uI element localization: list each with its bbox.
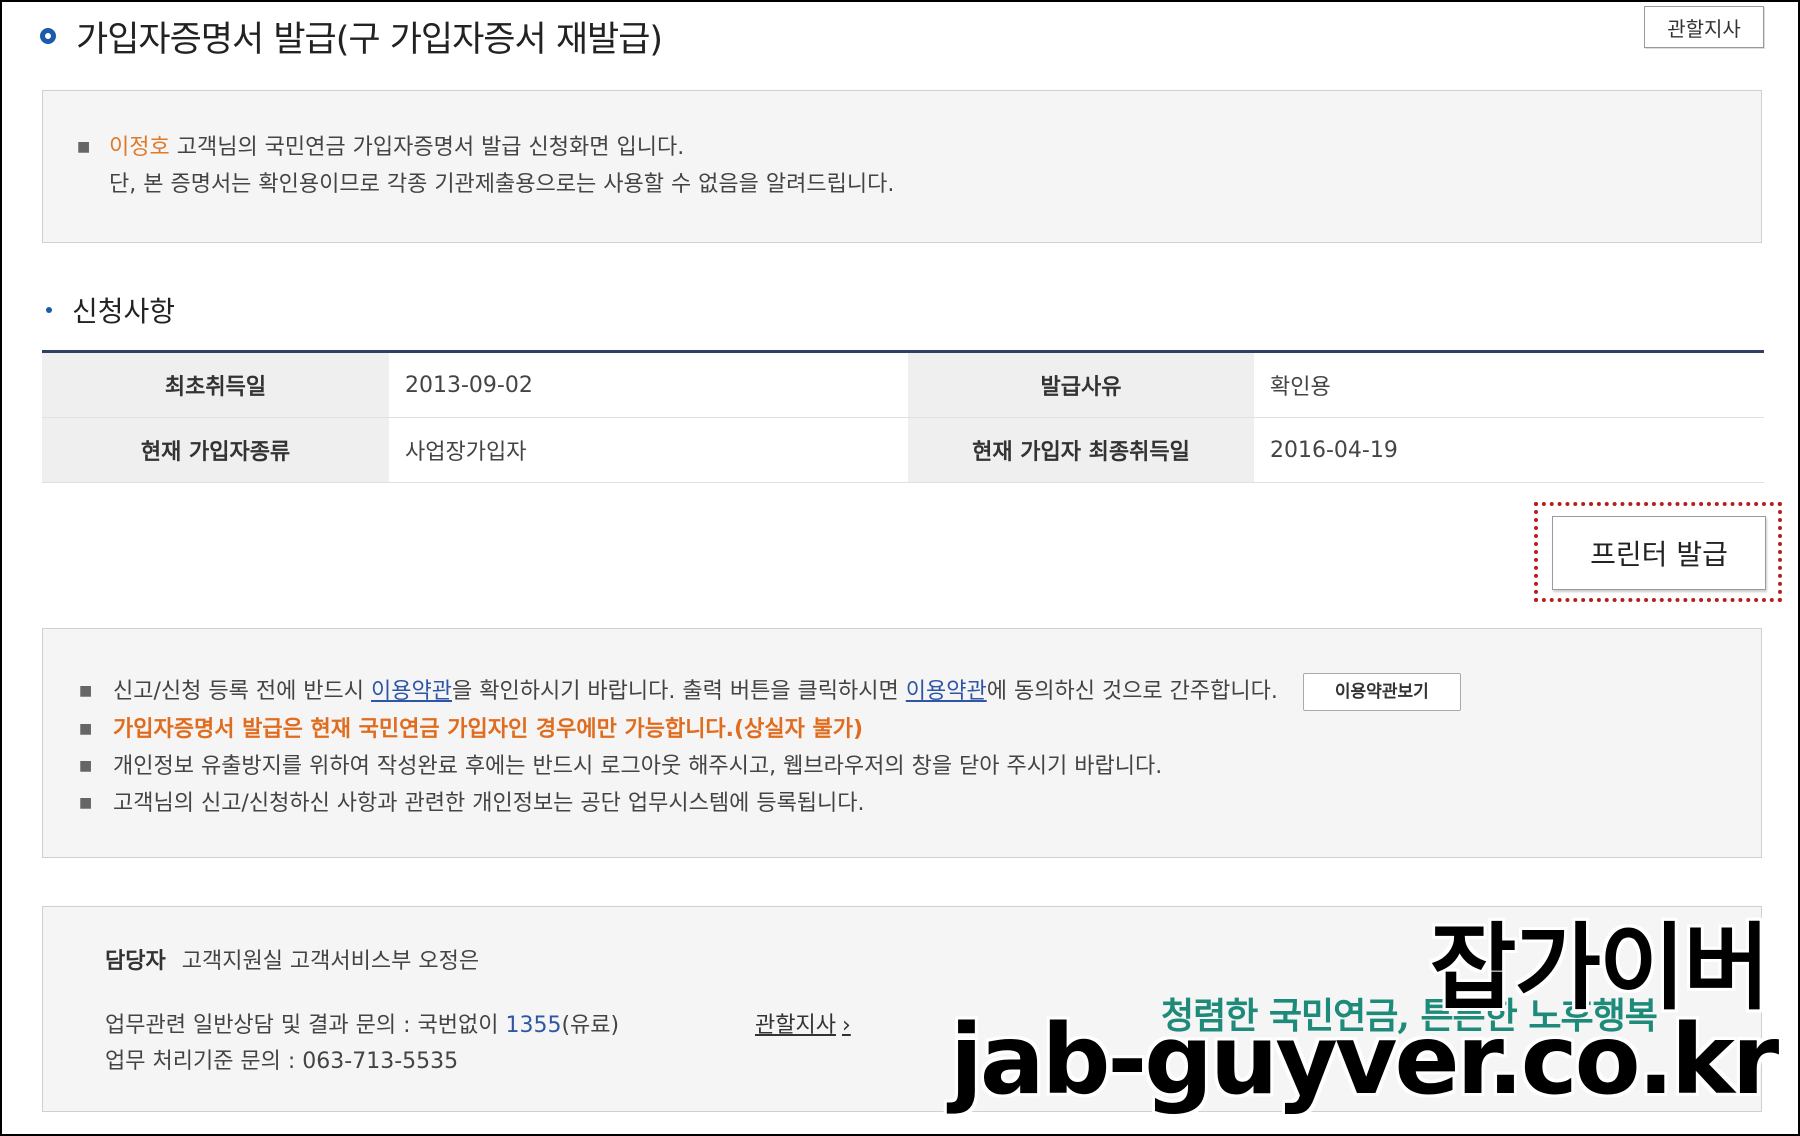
- chevron-right-icon: ›: [841, 1013, 851, 1038]
- guide-item-privacy: ■ 개인정보 유출방지를 위하여 작성완료 후에는 반드시 로그아웃 해주시고,…: [79, 748, 1761, 785]
- guide-item-terms: ■ 신고/신청 등록 전에 반드시 이용약관을 확인하시기 바랍니다. 출력 버…: [79, 673, 1761, 711]
- member-type-label: 현재 가입자종류: [42, 417, 389, 483]
- last-acquisition-date-value: 2016-04-19: [1254, 417, 1764, 483]
- section-title-text: 신청사항: [72, 295, 176, 328]
- contact-manager: 담당자 고객지원실 고객서비스부 오정은: [105, 943, 479, 975]
- notice-item: ■ 이정호 고객님의 국민연금 가입자증명서 발급 신청화면 입니다. 단, 본…: [77, 129, 1761, 203]
- bullet-icon: ■: [79, 795, 93, 811]
- guide-list: ■ 신고/신청 등록 전에 반드시 이용약관을 확인하시기 바랍니다. 출력 버…: [43, 629, 1761, 822]
- branch-office-link[interactable]: 관할지사 ›: [755, 1007, 851, 1039]
- page-title: 가입자증명서 발급(구 가입자증서 재발급): [76, 19, 663, 60]
- standards-inquiry: 업무 처리기준 문의 : 063-713-5535: [105, 1049, 459, 1074]
- bullet-icon: ■: [79, 758, 93, 774]
- guide-item-warning: ■ 가입자증명서 발급은 현재 국민연금 가입자인 경우에만 가능합니다.(상실…: [79, 711, 1761, 748]
- manager-value: 고객지원실 고객서비스부 오정은: [181, 949, 480, 974]
- bullet-icon: ■: [77, 139, 91, 155]
- terms-link[interactable]: 이용약관: [371, 679, 452, 704]
- view-terms-button[interactable]: 이용약관보기: [1302, 673, 1461, 711]
- page-header: 가입자증명서 발급(구 가입자증서 재발급): [40, 8, 663, 64]
- notice-line1-text: 고객님의 국민연금 가입자증명서 발급 신청화면 입니다.: [169, 135, 685, 160]
- general-inquiry-suffix: (유료): [561, 1013, 620, 1038]
- customer-name: 이정호: [109, 135, 170, 160]
- notice-line2-text: 단, 본 증명서는 확인용이므로 각종 기관제출용으로는 사용할 수 없음을 알…: [109, 172, 895, 197]
- section-bullet-icon: [46, 307, 52, 313]
- guide-item-registration: ■ 고객님의 신고/신청하신 사항과 관련한 개인정보는 공단 업무시스템에 등…: [79, 785, 1761, 822]
- first-acquisition-date-label: 최초취득일: [42, 353, 389, 418]
- table-row: 현재 가입자종류 사업장가입자 현재 가입자 최종취득일 2016-04-19: [42, 417, 1764, 483]
- manager-label: 담당자: [105, 949, 166, 974]
- watermark-title: 잡가이버: [1430, 914, 1770, 1023]
- watermark-url: jab-guyver.co.kr: [950, 1004, 1779, 1116]
- application-info-table: 최초취득일 2013-09-02 발급사유 확인용 현재 가입자종류 사업장가입…: [42, 353, 1764, 483]
- guide-text: 고객님의 신고/신청하신 사항과 관련한 개인정보는 공단 업무시스템에 등록됩…: [113, 791, 865, 816]
- branch-office-link-text: 관할지사: [755, 1013, 836, 1038]
- general-inquiry: 업무관련 일반상담 및 결과 문의 : 국번없이 1355(유료): [105, 1007, 619, 1039]
- guide-text: 에 동의하신 것으로 간주합니다.: [986, 679, 1278, 704]
- bullet-icon: ■: [79, 683, 93, 699]
- terms-link[interactable]: 이용약관: [906, 679, 987, 704]
- eligibility-warning: 가입자증명서 발급은 현재 국민연금 가입자인 경우에만 가능합니다.(상실자 …: [113, 717, 864, 742]
- table-row: 최초취득일 2013-09-02 발급사유 확인용: [42, 353, 1764, 418]
- last-acquisition-date-label: 현재 가입자 최종취득일: [908, 417, 1254, 483]
- branch-office-button[interactable]: 관할지사: [1644, 6, 1764, 48]
- issue-reason-label: 발급사유: [908, 353, 1254, 418]
- general-inquiry-text: 업무관련 일반상담 및 결과 문의 : 국번없이: [105, 1013, 506, 1038]
- guide-text: 신고/신청 등록 전에 반드시: [113, 679, 372, 704]
- guide-text: 을 확인하시기 바랍니다. 출력 버튼을 클릭하시면: [452, 679, 906, 704]
- circle-bullet-icon: [40, 28, 56, 44]
- bullet-icon: ■: [79, 721, 93, 737]
- first-acquisition-date-value: 2013-09-02: [389, 353, 908, 418]
- section-title: 신청사항: [46, 290, 175, 330]
- guide-box: ■ 신고/신청 등록 전에 반드시 이용약관을 확인하시기 바랍니다. 출력 버…: [42, 628, 1762, 858]
- issue-reason-value: 확인용: [1254, 353, 1764, 418]
- phone-number: 1355: [505, 1013, 562, 1038]
- member-type-value: 사업장가입자: [389, 417, 908, 483]
- notice-box: ■ 이정호 고객님의 국민연금 가입자증명서 발급 신청화면 입니다. 단, 본…: [42, 90, 1762, 243]
- print-issue-button[interactable]: 프린터 발급: [1552, 516, 1766, 590]
- notice-list: ■ 이정호 고객님의 국민연금 가입자증명서 발급 신청화면 입니다. 단, 본…: [43, 91, 1761, 203]
- guide-text: 개인정보 유출방지를 위하여 작성완료 후에는 반드시 로그아웃 해주시고, 웹…: [113, 754, 1163, 779]
